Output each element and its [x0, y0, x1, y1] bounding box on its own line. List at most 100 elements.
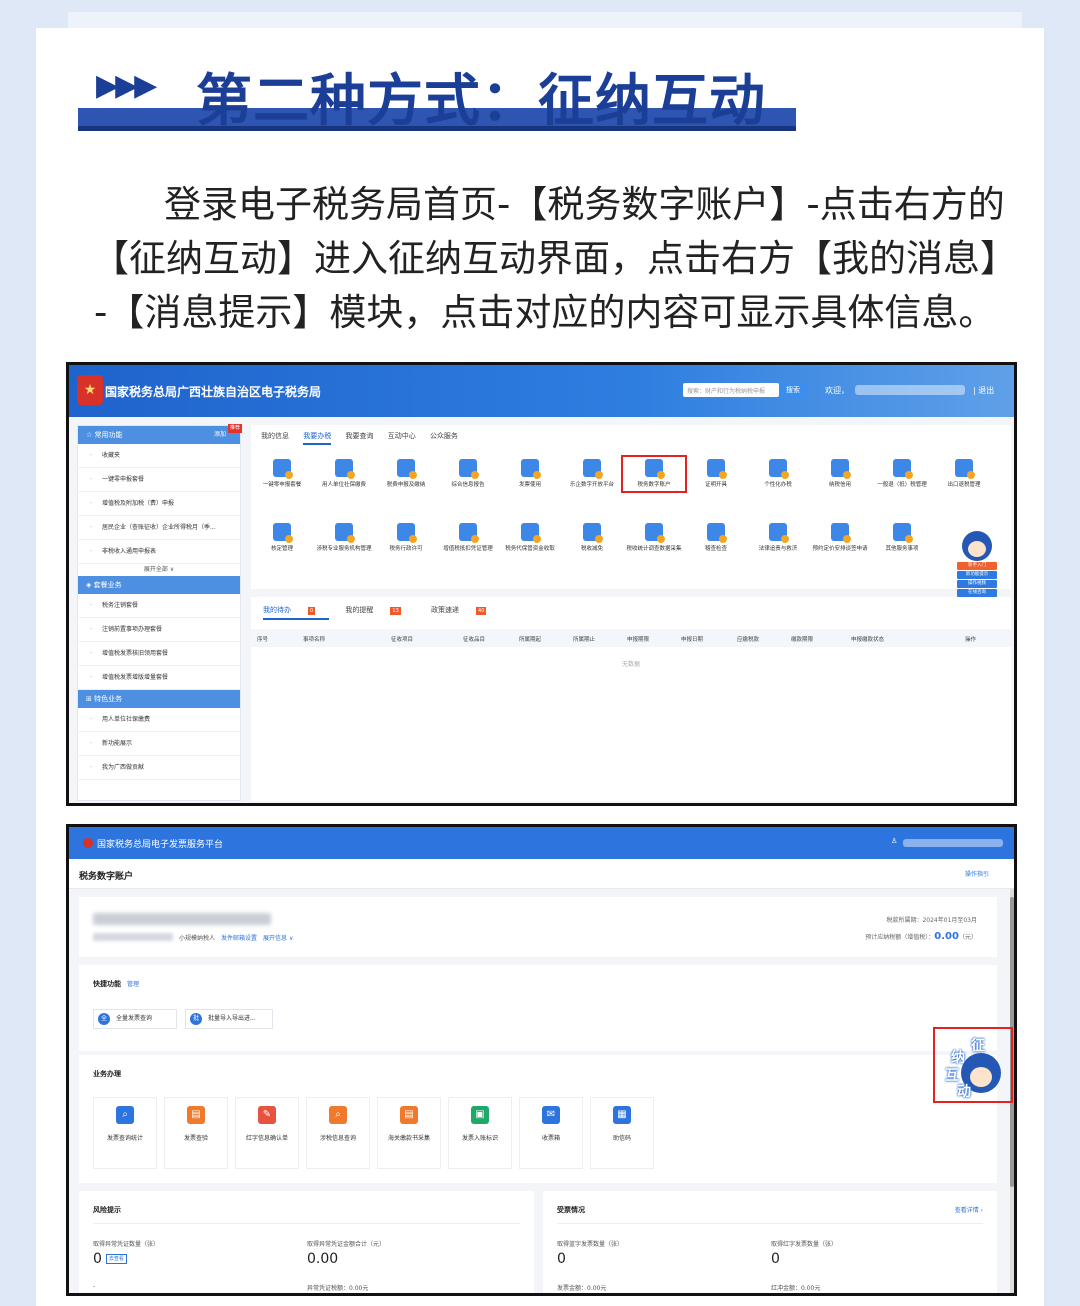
sidebar-group-package[interactable]: ◈ 套餐业务: [78, 576, 240, 594]
sidebar-item[interactable]: 税务注销套餐: [78, 594, 240, 618]
user-icon[interactable]: ♙: [891, 837, 897, 845]
sidebar-item[interactable]: 增值税发票增版增量套餐: [78, 666, 240, 690]
tab-tax-handling[interactable]: 我要办税: [303, 432, 332, 445]
email-settings-link[interactable]: 发件邮箱设置: [221, 935, 257, 942]
business-item[interactable]: ▤ 海关缴款书采集: [377, 1097, 441, 1169]
business-item[interactable]: ▣ 发票入账标识: [448, 1097, 512, 1169]
service-icon-item[interactable]: 税务代保管资金收取: [501, 523, 559, 553]
assistant-link[interactable]: 新功能提示: [957, 571, 997, 579]
service-icon-item[interactable]: 用人单位社保缴费: [315, 459, 373, 489]
service-icon-item[interactable]: 其他服务事项: [873, 523, 931, 553]
tab-public-service[interactable]: 公众服务: [430, 432, 458, 440]
search-input[interactable]: 搜索：财产和行为税纳税申报: [683, 383, 779, 397]
service-icon-item[interactable]: 涉税专业服务机构管理: [315, 523, 373, 553]
search-button[interactable]: 搜索: [779, 383, 807, 397]
tab-my-todo[interactable]: 我的待办 0: [263, 606, 330, 620]
invoice-platform-header: 国家税务总局电子发票服务平台 ♙: [69, 827, 1014, 859]
service-label: 增值税抵扣凭证管理: [443, 546, 493, 552]
assistant-link[interactable]: 新手入门: [957, 562, 997, 570]
service-label: 预约定价安排谈签申请: [812, 546, 868, 552]
group-label: 套餐业务: [93, 581, 122, 589]
business-item[interactable]: ✉ 收票箱: [519, 1097, 583, 1169]
service-icon-item[interactable]: 税收减免: [563, 523, 621, 553]
tab-interaction[interactable]: 互动中心: [388, 432, 416, 440]
service-icon: [893, 459, 913, 479]
business-item[interactable]: ✎ 红字信息确认单: [235, 1097, 299, 1169]
sidebar-item[interactable]: 增值税发票核旧领用套餐: [78, 642, 240, 666]
batch-import-button[interactable]: 批量导入导出进...: [185, 1009, 273, 1029]
sidebar-item[interactable]: 居民企业（查账征收）企业所得税月（季...: [78, 516, 240, 540]
business-item[interactable]: ⌕ 涉税信息查询: [306, 1097, 370, 1169]
sidebar-item[interactable]: 新功能展示: [78, 732, 240, 756]
service-icon-item[interactable]: 税务数字账户: [621, 455, 687, 493]
service-label: 乐企数字开放平台: [569, 482, 614, 488]
sidebar-item[interactable]: 收藏夹: [78, 444, 240, 468]
kpi-label: 取得异常凭证数量（张）: [93, 1241, 160, 1248]
taxpayer-type: 小规模纳税人: [179, 935, 216, 942]
tab-my-info[interactable]: 我的信息: [261, 432, 289, 440]
service-icon: [273, 523, 293, 543]
sidebar-item[interactable]: 我为广西做贡献: [78, 756, 240, 780]
welcome-text: 欢迎，: [825, 386, 849, 395]
site-title: 国家税务总局广西壮族自治区电子税务局: [105, 385, 322, 399]
tab-my-reminder[interactable]: 我的提醒 13: [345, 606, 414, 615]
service-icon-item[interactable]: 纳税信用: [811, 459, 869, 489]
column-header: 征收项目: [391, 637, 414, 643]
business-label: 发票查询统计: [106, 1135, 143, 1142]
assistant-link[interactable]: 在线咨询: [957, 589, 997, 597]
sidebar-item[interactable]: 一键零申报套餐: [78, 468, 240, 492]
add-link[interactable]: 添加: [214, 426, 226, 444]
sidebar-group-special[interactable]: ⊞ 特色业务: [78, 690, 240, 708]
service-icon-item[interactable]: 证明开具: [687, 459, 745, 489]
ticket-panel: 受票情况 查看详情 › 取得蓝字发票数量（张） 0 发票金额：0.00元 取得红…: [543, 1191, 997, 1293]
service-icon-item[interactable]: 稽查检查: [687, 523, 745, 553]
view-details-link[interactable]: 查看详情 ›: [955, 1205, 983, 1214]
service-label: 其他服务事项: [885, 546, 919, 552]
tab-query[interactable]: 我要查询: [345, 432, 373, 440]
service-icon-item[interactable]: 一键零申报套餐: [253, 459, 311, 489]
expand-all-link[interactable]: 展开全部 ∨: [78, 564, 240, 576]
manage-link[interactable]: 管理: [127, 981, 139, 988]
interaction-float-button[interactable]: 征 纳 互 动: [933, 1027, 1013, 1103]
service-icon-item[interactable]: 乐企数字开放平台: [563, 459, 621, 489]
business-item[interactable]: ▦ 助信码: [590, 1097, 654, 1169]
service-icon-item[interactable]: 税费申报及缴纳: [377, 459, 435, 489]
column-header: 所属期起: [519, 637, 542, 643]
kpi-sub: -: [93, 1283, 96, 1290]
page-title: 税务数字账户: [79, 872, 134, 882]
service-icon-item[interactable]: 一般退（抵）税管理: [873, 459, 931, 489]
divider: [93, 1223, 520, 1224]
service-icon-item[interactable]: 出口退税管理: [935, 459, 993, 489]
tax-emblem-icon: ★: [77, 375, 103, 405]
sidebar-item[interactable]: 非税收入通用申报表: [78, 540, 240, 564]
sidebar-item[interactable]: 注销前置事项办理套餐: [78, 618, 240, 642]
expand-info-link[interactable]: 展开信息 ∨: [263, 935, 293, 942]
service-icon-item[interactable]: 发票使用: [501, 459, 559, 489]
business-icon: ⌕: [116, 1106, 134, 1124]
service-icon-item[interactable]: 增值税抵扣凭证管理: [439, 523, 497, 553]
view-link[interactable]: 去查看: [105, 1254, 127, 1264]
service-icon-item[interactable]: 税收统计调查数据采集: [625, 523, 683, 553]
service-icon-item[interactable]: 综合信息报告: [439, 459, 497, 489]
service-icon-item[interactable]: 法律追责与救济: [749, 523, 807, 553]
sidebar-group-common[interactable]: ☆ 常用功能 添加 推荐: [78, 424, 242, 444]
sidebar-item[interactable]: 用人单位社保缴费: [78, 708, 240, 732]
tab-policy[interactable]: 政策速递 40: [431, 606, 500, 615]
sidebar-item[interactable]: 增值税及附加税（费）申报: [78, 492, 240, 516]
column-header: 序号: [257, 637, 269, 643]
blurred-user-name: [903, 839, 1003, 847]
full-invoice-query-button[interactable]: 全量发票查询: [93, 1009, 177, 1029]
service-icon-item[interactable]: 核定管理: [253, 523, 311, 553]
business-item[interactable]: ▤ 发票查验: [164, 1097, 228, 1169]
heading-title: 第二种方式：征纳互动: [196, 69, 766, 134]
business-icon: ✉: [542, 1106, 560, 1124]
assistant-link[interactable]: 操作视频: [957, 580, 997, 588]
service-icon-item[interactable]: 税务行政许可: [377, 523, 435, 553]
service-label: 一般退（抵）税管理: [877, 482, 927, 488]
guide-link[interactable]: 操作指引: [965, 869, 989, 878]
service-icon-item[interactable]: 个性化办税: [749, 459, 807, 489]
logout-link[interactable]: | 退出: [973, 385, 994, 396]
service-icon-item[interactable]: 预约定价安排谈签申请: [811, 523, 869, 553]
service-label: 纳税信用: [828, 482, 851, 488]
business-item[interactable]: ⌕ 发票查询统计: [93, 1097, 157, 1169]
